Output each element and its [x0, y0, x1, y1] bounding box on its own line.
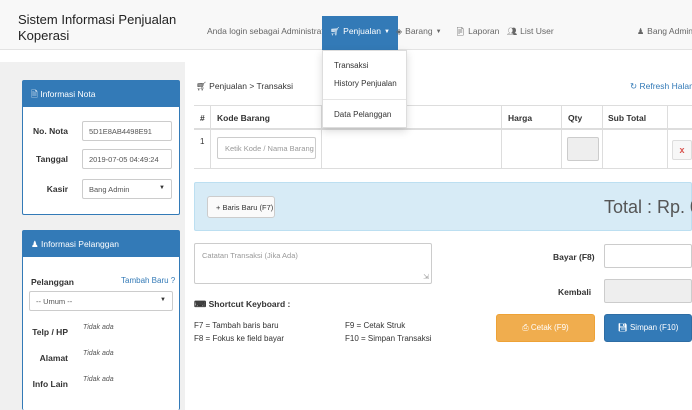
users-icon: 👥︎: [507, 27, 518, 36]
caret-down-icon: ▼: [435, 29, 442, 35]
alamat-value: Tidak ada: [83, 350, 114, 357]
resize-handle-icon[interactable]: ⇲: [423, 273, 429, 281]
kasir-select[interactable]: Bang Admin ▼: [82, 179, 172, 199]
user-name: Bang Admin: [647, 26, 692, 36]
kembali-label: Kembali: [558, 287, 592, 297]
total-amount: Total : Rp. 0: [604, 197, 692, 217]
cart-icon: 🛒︎: [330, 27, 341, 36]
cart-icon: 🛒︎: [196, 81, 210, 91]
simpan-button[interactable]: 💾︎ Simpan (F10): [604, 314, 692, 342]
user-icon: ♟: [31, 239, 41, 249]
col-kode-barang: Kode Barang: [217, 113, 270, 123]
row-number: 1: [200, 137, 205, 146]
baris-baru-button[interactable]: + Baris Baru (F7): [207, 196, 275, 218]
menu-item-history-penjualan[interactable]: History Penjualan: [334, 79, 397, 88]
caret-down-icon: ▼: [159, 185, 165, 191]
nav-list-user[interactable]: 👥︎ List User: [507, 16, 554, 50]
shortcut-line: F8 = Fokus ke field bayar: [194, 334, 285, 343]
menu-divider: [323, 99, 406, 100]
nav-user-menu[interactable]: ♟ Bang Admin: [637, 16, 692, 50]
qty-input[interactable]: [567, 137, 599, 161]
file-icon: 📄︎: [455, 27, 466, 36]
no-nota-label: No. Nota: [33, 126, 68, 136]
pelanggan-label: Pelanggan: [31, 277, 74, 287]
telp-label: Telp / HP: [32, 327, 68, 337]
catatan-placeholder: Catatan Transaksi (Jika Ada): [202, 251, 298, 260]
panel-header-pelanggan: ♟ Informasi Pelanggan: [23, 231, 179, 257]
panel-title-pelanggan: Informasi Pelanggan: [40, 239, 119, 249]
nav-laporan-label: Laporan: [468, 26, 500, 36]
info-lain-value: Tidak ada: [83, 376, 114, 383]
shortcut-line: F10 = Simpan Transaksi: [345, 334, 432, 343]
shortcut-line: F9 = Cetak Struk: [345, 321, 406, 330]
shortcut-line: F7 = Tambah baris baru: [194, 321, 279, 330]
nav-laporan[interactable]: 📄︎ Laporan: [455, 16, 499, 50]
tambah-baru-link[interactable]: Tambah Baru ?: [121, 276, 175, 285]
telp-value: Tidak ada: [83, 324, 114, 331]
penjualan-dropdown: Transaksi History Penjualan Data Pelangg…: [322, 50, 407, 128]
menu-item-transaksi[interactable]: Transaksi: [334, 61, 368, 70]
alamat-label: Alamat: [39, 353, 68, 363]
tag-icon: ◈: [396, 27, 403, 36]
caret-down-icon: ▼: [383, 29, 390, 35]
bayar-label: Bayar (F8): [553, 252, 595, 262]
nav-barang[interactable]: ◈ Barang ▼: [396, 16, 442, 50]
column-divider: [561, 105, 562, 169]
nav-list-user-label: List User: [520, 26, 554, 36]
save-icon: 💾︎: [617, 323, 630, 332]
delete-row-button[interactable]: x: [672, 140, 692, 160]
pelanggan-select[interactable]: -- Umum -- ▼: [29, 291, 173, 311]
kasir-value: Bang Admin: [89, 185, 130, 194]
refresh-label: Refresh Halaman: [639, 81, 692, 91]
tanggal-label: Tanggal: [36, 154, 68, 164]
catatan-textarea[interactable]: Catatan Transaksi (Jika Ada) ⇲: [194, 243, 432, 284]
bayar-input[interactable]: [604, 244, 692, 268]
panel-header-nota: 🗎︎ Informasi Nota: [23, 81, 179, 107]
kembali-field: [604, 279, 692, 303]
col-sub-total: Sub Total: [608, 113, 647, 123]
panel-title-nota: Informasi Nota: [40, 89, 96, 99]
nav-penjualan[interactable]: 🛒︎ Penjualan ▼: [322, 16, 398, 50]
cetak-button[interactable]: ⎙ Cetak (F9): [496, 314, 595, 342]
user-icon: ♟: [637, 27, 645, 36]
col-number: #: [200, 113, 205, 123]
simpan-label: Simpan (F10): [629, 323, 679, 332]
column-divider: [501, 105, 502, 169]
nav-barang-label: Barang: [405, 26, 433, 36]
no-nota-field[interactable]: 5D1E8AB4498E91: [82, 121, 172, 141]
keyboard-icon: ⌨: [194, 299, 209, 309]
panel-informasi-nota: 🗎︎ Informasi Nota No. Nota 5D1E8AB4498E9…: [22, 80, 180, 215]
cetak-label: Cetak (F9): [530, 323, 569, 332]
document-icon: 🗎︎: [31, 89, 41, 99]
kode-barang-input[interactable]: Ketik Kode / Nama Barang: [217, 137, 316, 159]
login-info: Anda login sebagai Administrator: [207, 26, 332, 36]
info-lain-label: Info Lain: [32, 379, 68, 389]
pelanggan-value: -- Umum --: [36, 297, 73, 306]
column-divider: [602, 105, 603, 169]
caret-down-icon: ▼: [160, 297, 166, 303]
nav-penjualan-label: Penjualan: [343, 26, 381, 36]
shortcut-title: ⌨ Shortcut Keyboard :: [194, 299, 290, 310]
kasir-label: Kasir: [46, 184, 68, 194]
menu-item-data-pelanggan[interactable]: Data Pelanggan: [334, 110, 391, 119]
col-harga: Harga: [508, 113, 533, 123]
col-qty: Qty: [568, 113, 583, 123]
column-divider: [667, 105, 668, 169]
breadcrumb: 🛒︎ Penjualan > Transaksi: [196, 81, 293, 92]
tanggal-field[interactable]: 2019-07-05 04:49:24: [82, 149, 172, 169]
column-divider: [210, 105, 211, 169]
top-navbar: Sistem Informasi Penjualan Koperasi Anda…: [0, 0, 692, 50]
shortcut-title-text: Shortcut Keyboard :: [208, 299, 291, 309]
app-brand[interactable]: Sistem Informasi Penjualan Koperasi: [18, 12, 203, 44]
print-icon: ⎙: [522, 323, 531, 332]
panel-informasi-pelanggan: ♟ Informasi Pelanggan Pelanggan Tambah B…: [22, 230, 180, 410]
refresh-link[interactable]: ↻ Refresh Halaman: [630, 81, 692, 92]
breadcrumb-text: Penjualan > Transaksi: [209, 81, 294, 91]
